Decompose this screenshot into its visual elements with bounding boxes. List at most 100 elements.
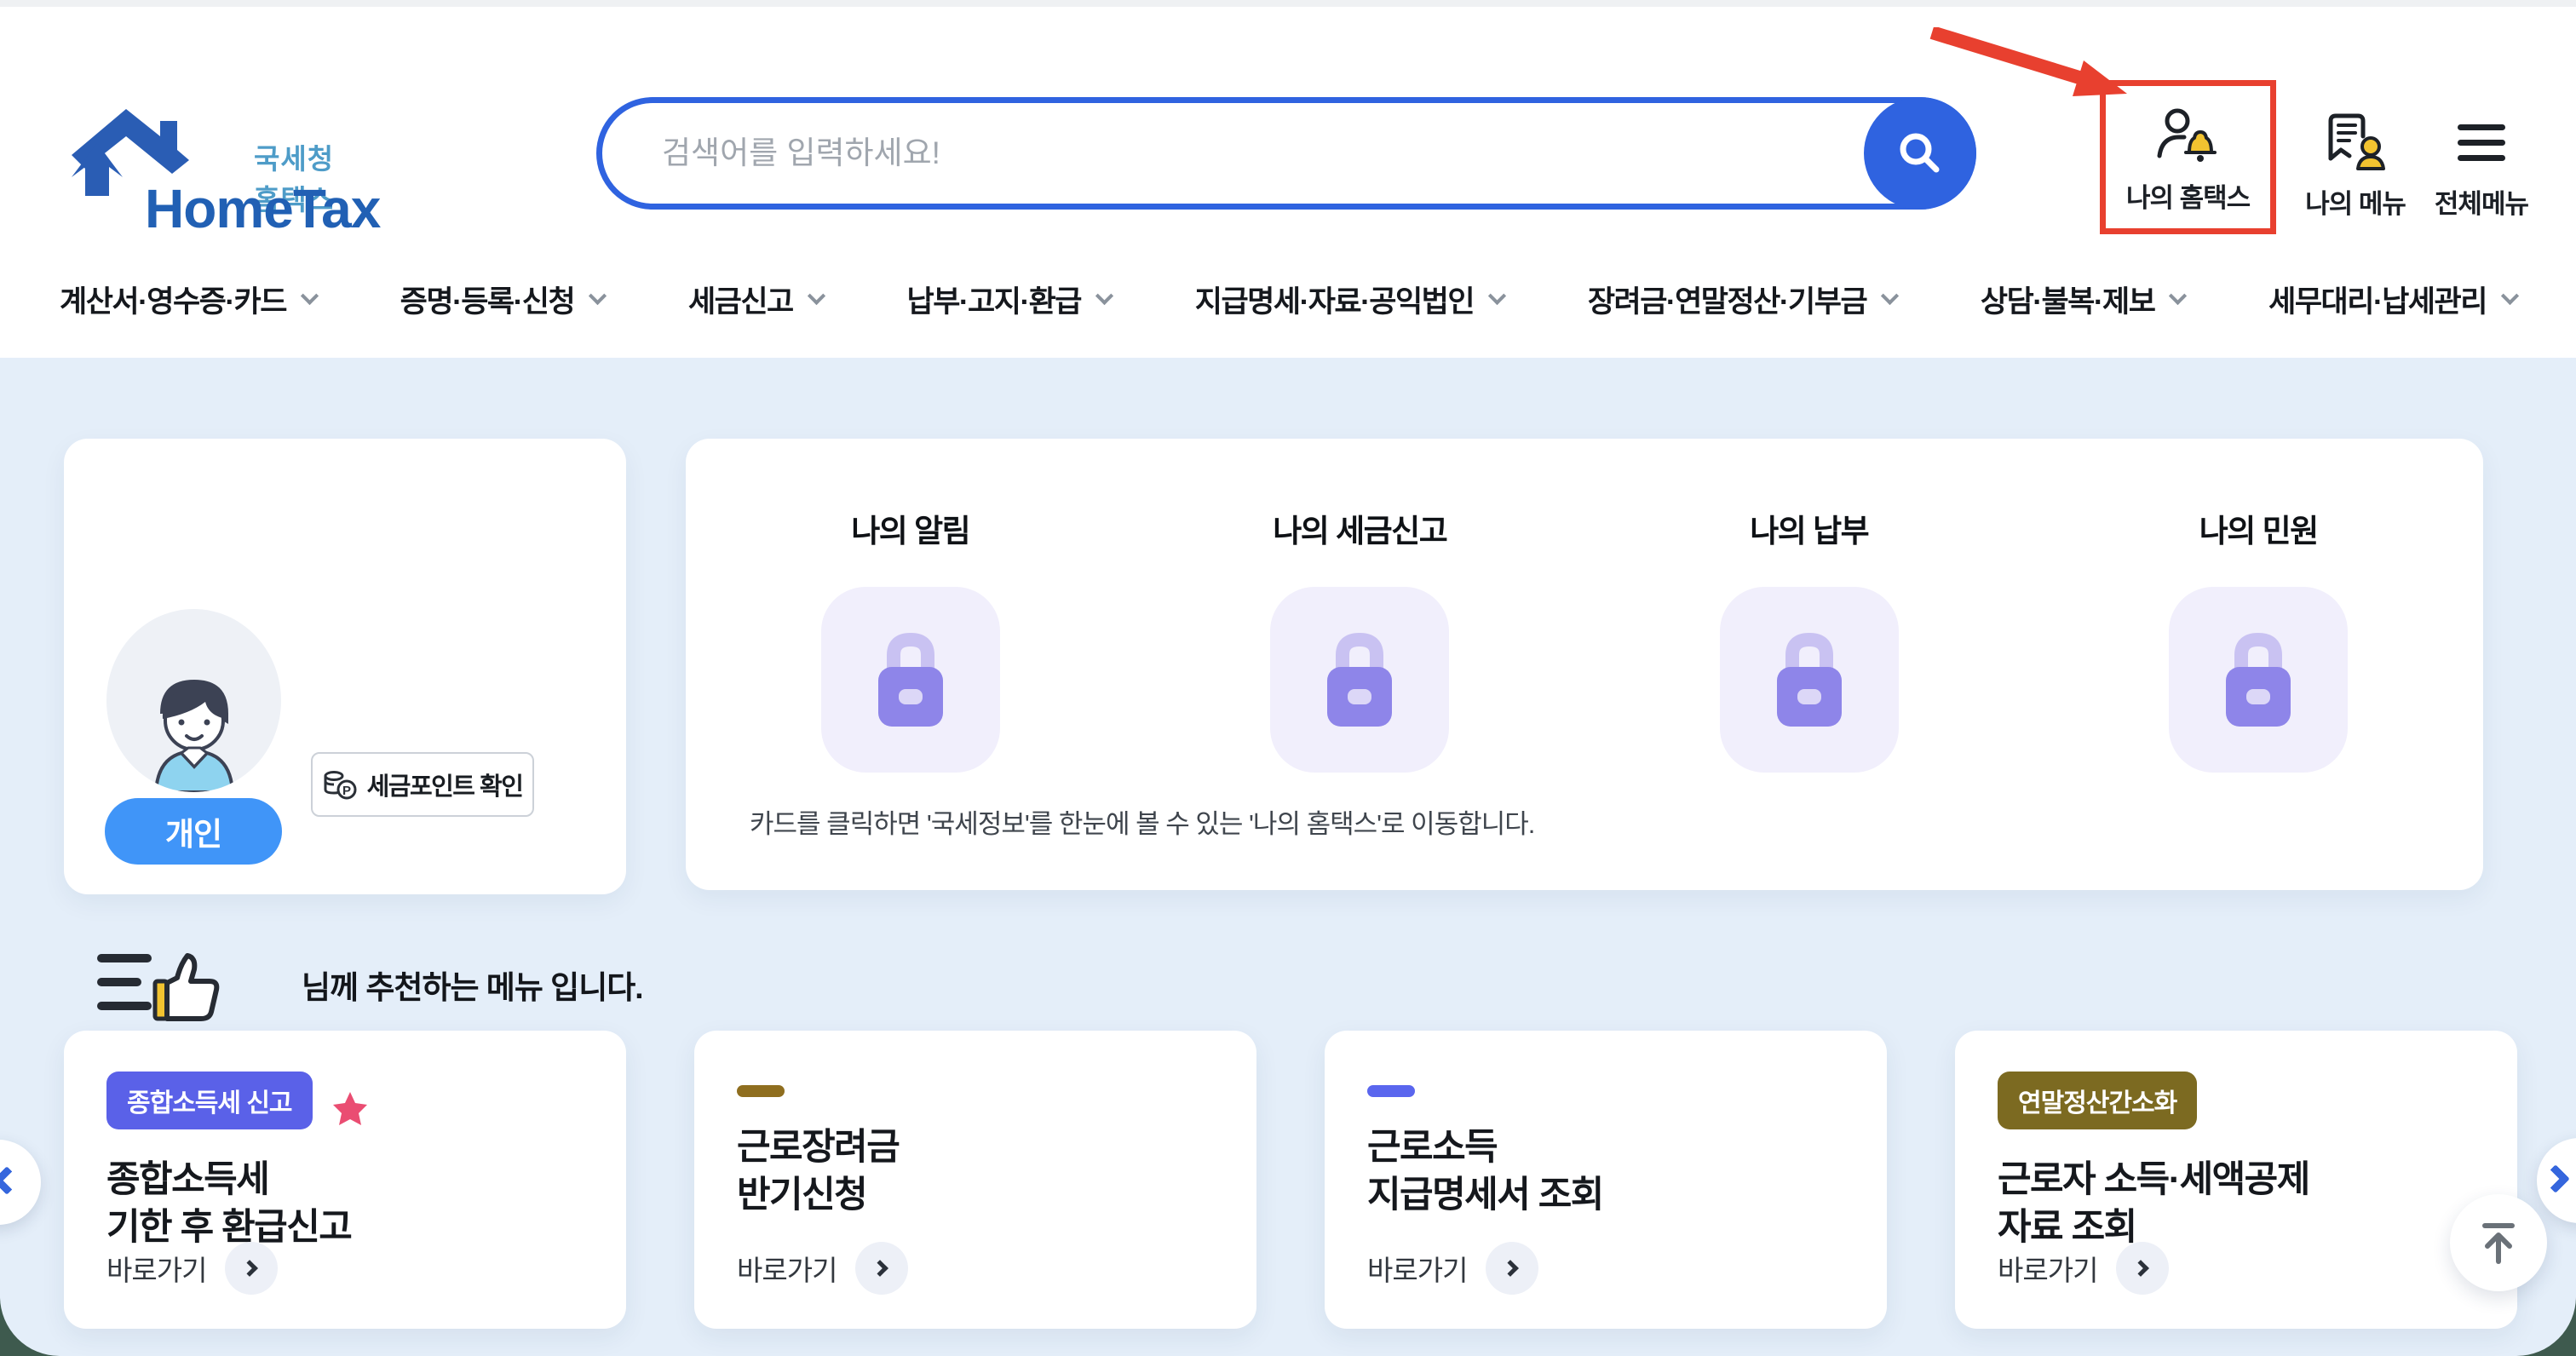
hometax-logo[interactable]: 국세청홈택스 HomeTax bbox=[60, 102, 349, 230]
nav-label: 계산서·영수증·카드 bbox=[60, 278, 286, 321]
logo-title: HomeTax bbox=[145, 177, 380, 240]
annotation-arrow bbox=[1927, 27, 2140, 108]
scroll-top-icon bbox=[2478, 1221, 2519, 1265]
tax-points-button[interactable]: P 세금포인트 확인 bbox=[311, 752, 534, 817]
search-input[interactable] bbox=[662, 103, 1812, 204]
search-button[interactable] bbox=[1864, 97, 1976, 210]
chevron-down-icon bbox=[2501, 286, 2519, 304]
search-bar bbox=[596, 97, 1976, 210]
chevron-down-icon bbox=[808, 286, 825, 304]
quick-item-all-menu[interactable]: 전체메뉴 bbox=[2435, 118, 2528, 234]
chevron-down-icon bbox=[1881, 286, 1899, 304]
card-badge: 종합소득세 신고 bbox=[106, 1072, 313, 1129]
coins-icon: P bbox=[323, 769, 357, 800]
quick-item-label: 나의 홈택스 bbox=[2126, 176, 2250, 215]
hamburger-icon bbox=[2456, 118, 2507, 170]
chevron-down-icon bbox=[301, 286, 319, 304]
quick-item-label: 나의 메뉴 bbox=[2305, 182, 2406, 221]
nav-item-tax-filing[interactable]: 세금신고 bbox=[688, 278, 823, 321]
person-bell-icon bbox=[2155, 106, 2222, 164]
shortcut-link[interactable]: 바로가기 bbox=[737, 1242, 908, 1295]
nav-label: 납부·고지·환급 bbox=[907, 278, 1082, 321]
card-title: 나의 세금신고 bbox=[1273, 505, 1446, 551]
shortcut-link-label: 바로가기 bbox=[737, 1248, 837, 1289]
chevron-down-icon bbox=[2169, 286, 2187, 304]
locked-tile bbox=[2169, 587, 2348, 773]
shortcut-link-label: 바로가기 bbox=[106, 1248, 206, 1289]
nav-label: 증명·등록·신청 bbox=[400, 278, 575, 321]
main-navigation: 계산서·영수증·카드 증명·등록·신청 세금신고 납부·고지·환급 지급명세·자… bbox=[60, 262, 2516, 336]
shortcut-link[interactable]: 바로가기 bbox=[1998, 1242, 2169, 1295]
my-payment-card[interactable]: 나의 납부 bbox=[1584, 505, 2034, 773]
my-alerts-card[interactable]: 나의 알림 bbox=[686, 505, 1136, 773]
nav-item-certificate-register[interactable]: 증명·등록·신청 bbox=[400, 278, 605, 321]
star-icon bbox=[331, 1090, 369, 1126]
person-avatar-illustration bbox=[130, 664, 258, 792]
browser-top-strip bbox=[0, 0, 2576, 7]
chevron-left-icon bbox=[0, 1166, 21, 1195]
document-person-icon bbox=[2322, 112, 2389, 170]
lock-icon bbox=[1319, 629, 1400, 730]
shortcut-card-yearend-deduction-data[interactable]: 연말정산간소화 근로자 소득·세액공제 자료 조회 바로가기 bbox=[1955, 1031, 2517, 1329]
quick-item-my-menu[interactable]: 나의 메뉴 bbox=[2305, 112, 2406, 234]
site-header: 국세청홈택스 HomeTax 나 bbox=[0, 7, 2576, 358]
card-badge: 연말정산간소화 bbox=[1998, 1072, 2197, 1129]
profile-card: 개인 P 세금포인트 확인 bbox=[64, 439, 626, 894]
shortcut-link-label: 바로가기 bbox=[1367, 1248, 1467, 1289]
card-title: 나의 알림 bbox=[851, 505, 969, 551]
my-tax-filing-card[interactable]: 나의 세금신고 bbox=[1136, 505, 1585, 773]
tax-points-label: 세금포인트 확인 bbox=[367, 767, 523, 802]
my-hometax-caption: 카드를 클릭하면 '국세정보'를 한눈에 볼 수 있는 '나의 홈택스'로 이동… bbox=[750, 802, 1534, 841]
card-title: 나의 민원 bbox=[2199, 505, 2318, 551]
list-thumbs-up-icon bbox=[92, 944, 228, 1026]
shortcut-card-work-incentive[interactable]: 근로장려금 반기신청 바로가기 bbox=[694, 1031, 1256, 1329]
card-dash bbox=[1367, 1085, 1415, 1097]
chevron-down-icon bbox=[589, 286, 607, 304]
chevron-right-icon bbox=[225, 1242, 278, 1295]
svg-text:P: P bbox=[342, 784, 351, 798]
shortcut-link[interactable]: 바로가기 bbox=[1367, 1242, 1538, 1295]
recommend-heading: 님께 추천하는 메뉴 입니다. bbox=[302, 962, 643, 1008]
my-hometax-card: 나의 알림 나의 세금신고 나의 납부 bbox=[686, 439, 2483, 890]
nav-item-invoice-receipt-card[interactable]: 계산서·영수증·카드 bbox=[60, 278, 316, 321]
chevron-down-icon bbox=[1488, 286, 1506, 304]
card-dash bbox=[737, 1085, 785, 1097]
nav-item-tax-agent-management[interactable]: 세무대리·납세관리 bbox=[2268, 278, 2516, 321]
nav-label: 세무대리·납세관리 bbox=[2268, 278, 2487, 321]
card-title: 근로자 소득·세액공제 자료 조회 bbox=[1998, 1157, 2475, 1252]
nav-label: 세금신고 bbox=[688, 278, 793, 321]
shortcut-card-income-tax-refund[interactable]: 종합소득세 신고 종합소득세 기한 후 환급신고 바로가기 bbox=[64, 1031, 626, 1329]
locked-tile bbox=[1270, 587, 1449, 773]
recommend-heading-row: 님께 추천하는 메뉴 입니다. bbox=[92, 944, 643, 1026]
nav-item-consult-appeal-report[interactable]: 상담·불복·제보 bbox=[1981, 278, 2185, 321]
nav-label: 장려금·연말정산·기부금 bbox=[1588, 278, 1866, 321]
my-civil-service-card[interactable]: 나의 민원 bbox=[2034, 505, 2484, 773]
quick-item-label: 전체메뉴 bbox=[2435, 182, 2528, 221]
nav-item-incentive-yearend-donation[interactable]: 장려금·연말정산·기부금 bbox=[1588, 278, 1896, 321]
nav-label: 상담·불복·제보 bbox=[1981, 278, 2155, 321]
chevron-right-icon bbox=[2116, 1242, 2169, 1295]
lock-icon bbox=[870, 629, 952, 730]
quick-menu: 나의 홈택스 나의 메뉴 전체메뉴 bbox=[2100, 80, 2528, 234]
card-title: 근로소득 지급명세서 조회 bbox=[1367, 1124, 1844, 1220]
avatar bbox=[106, 609, 281, 792]
card-title: 종합소득세 기한 후 환급신고 bbox=[106, 1157, 584, 1252]
shortcut-link-label: 바로가기 bbox=[1998, 1248, 2097, 1289]
chevron-down-icon bbox=[1095, 286, 1113, 304]
nav-item-statement-data-nonprofit[interactable]: 지급명세·자료·공익법인 bbox=[1195, 278, 1504, 321]
shortcut-cards-row: 종합소득세 신고 종합소득세 기한 후 환급신고 바로가기 근로장려금 반기신청… bbox=[64, 1031, 2517, 1329]
nav-label: 지급명세·자료·공익법인 bbox=[1195, 278, 1474, 321]
shortcut-link[interactable]: 바로가기 bbox=[106, 1242, 278, 1295]
profile-type-badge[interactable]: 개인 bbox=[105, 798, 282, 865]
lock-icon bbox=[2217, 629, 2299, 730]
lock-icon bbox=[1768, 629, 1850, 730]
search-icon bbox=[1892, 125, 1948, 181]
scroll-to-top-button[interactable] bbox=[2450, 1194, 2547, 1291]
locked-tile bbox=[1720, 587, 1899, 773]
locked-tile bbox=[821, 587, 1000, 773]
quick-item-my-hometax[interactable]: 나의 홈택스 bbox=[2126, 106, 2250, 215]
shortcut-card-earned-income-statement[interactable]: 근로소득 지급명세서 조회 바로가기 bbox=[1325, 1031, 1887, 1329]
chevron-right-icon bbox=[1486, 1242, 1538, 1295]
nav-item-payment-notice-refund[interactable]: 납부·고지·환급 bbox=[907, 278, 1112, 321]
card-title: 근로장려금 반기신청 bbox=[737, 1124, 1214, 1220]
